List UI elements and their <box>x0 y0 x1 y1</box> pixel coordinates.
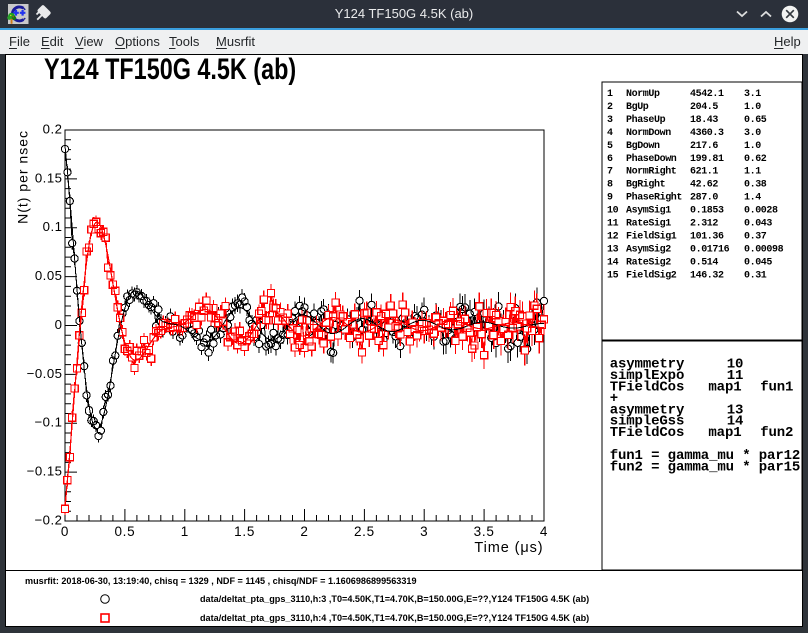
svg-text:8BgRight42.620.38: 8BgRight42.620.38 <box>607 179 767 191</box>
svg-text:fun2 = gamma_mu * par15: fun2 = gamma_mu * par15 <box>610 459 800 475</box>
svg-text:14RateSig20.5140.045: 14RateSig20.5140.045 <box>607 256 772 268</box>
svg-text:11RateSig12.3120.043: 11RateSig12.3120.043 <box>607 218 772 230</box>
svg-text:2.5: 2.5 <box>354 524 375 539</box>
svg-text:data/deltat_pta_gps_3110,h:4 ,: data/deltat_pta_gps_3110,h:4 ,T0=4.50K,T… <box>200 613 589 623</box>
svg-text:Y124 TF150G 4.5K (ab): Y124 TF150G 4.5K (ab) <box>44 55 296 86</box>
svg-text:N(t) per nsec: N(t) per nsec <box>15 130 31 224</box>
svg-text:3PhaseUp18.430.65: 3PhaseUp18.430.65 <box>607 114 767 126</box>
svg-text:7NormRight621.11.1: 7NormRight621.11.1 <box>607 166 761 178</box>
svg-text:0.15: 0.15 <box>35 170 63 185</box>
svg-text:13AsymSig20.017160.00098: 13AsymSig20.017160.00098 <box>607 243 784 255</box>
svg-text:2: 2 <box>300 524 308 539</box>
svg-text:1NormUp4542.13.1: 1NormUp4542.13.1 <box>607 89 761 100</box>
svg-text:data/deltat_pta_gps_3110,h:3 ,: data/deltat_pta_gps_3110,h:3 ,T0=4.50K,T… <box>200 594 589 604</box>
svg-text:−0.15: −0.15 <box>27 464 63 479</box>
svg-text:−0.2: −0.2 <box>34 512 62 527</box>
svg-text:15FieldSig2146.320.31: 15FieldSig2146.320.31 <box>607 269 767 281</box>
svg-text:9PhaseRight287.01.4: 9PhaseRight287.01.4 <box>607 192 761 204</box>
svg-text:Time (μs): Time (μs) <box>474 540 543 556</box>
svg-text:5BgDown217.61.0: 5BgDown217.61.0 <box>607 141 761 152</box>
svg-text:0.5: 0.5 <box>114 524 135 539</box>
svg-text:1.5: 1.5 <box>234 524 255 539</box>
svg-text:−0.05: −0.05 <box>27 366 63 381</box>
svg-text:3: 3 <box>420 524 428 539</box>
svg-text:4NormDown4360.33.0: 4NormDown4360.33.0 <box>607 128 761 139</box>
svg-text:0.05: 0.05 <box>35 268 63 283</box>
svg-text:0.1: 0.1 <box>43 219 63 234</box>
svg-text:0.2: 0.2 <box>43 121 63 136</box>
svg-text:TFieldCosmap1fun2: TFieldCosmap1fun2 <box>610 425 794 441</box>
svg-text:10AsymSig10.18530.0028: 10AsymSig10.18530.0028 <box>607 205 778 217</box>
svg-text:TFieldCosmap1fun1: TFieldCosmap1fun1 <box>610 379 794 395</box>
svg-text:2BgUp204.51.0: 2BgUp204.51.0 <box>607 102 761 113</box>
svg-text:3.5: 3.5 <box>474 524 495 539</box>
svg-text:4: 4 <box>540 524 548 539</box>
svg-text:6PhaseDown199.810.62: 6PhaseDown199.810.62 <box>607 153 767 165</box>
svg-text:1: 1 <box>181 524 189 539</box>
svg-text:−0.1: −0.1 <box>34 415 62 430</box>
svg-text:0: 0 <box>55 317 63 332</box>
svg-text:musrfit: 2018-06-30, 13:19:40,: musrfit: 2018-06-30, 13:19:40, chisq = 1… <box>25 576 417 586</box>
svg-text:12FieldSig1101.360.37: 12FieldSig1101.360.37 <box>607 230 767 242</box>
